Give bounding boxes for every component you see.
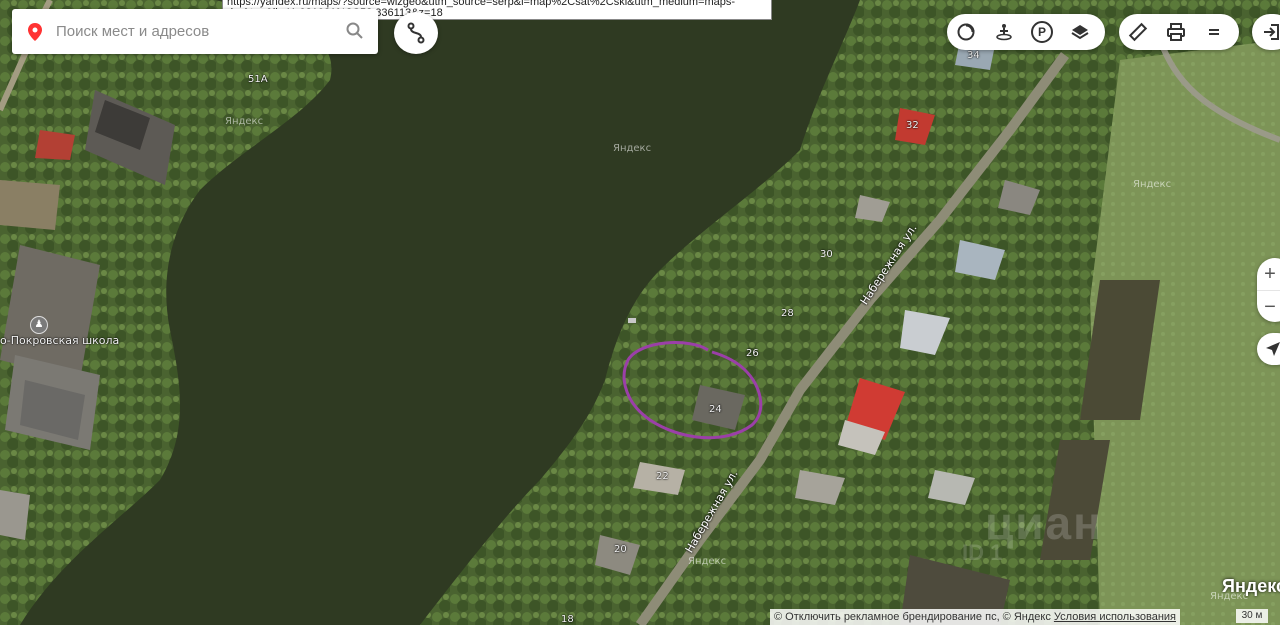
tools-toolbar [1119, 14, 1239, 50]
search-input[interactable]: Поиск мест и адресов [56, 23, 209, 40]
map-pin-icon [28, 22, 42, 41]
map-layers-toolbar: P [947, 14, 1105, 50]
yandex-watermark: Яндекс [688, 556, 727, 567]
yandex-logo: Яндекс [1222, 576, 1280, 596]
menu-button[interactable] [1195, 14, 1233, 50]
traffic-icon [957, 23, 975, 41]
copyright-text: пс, © Яндекс [985, 611, 1051, 623]
ruler-icon [1128, 22, 1148, 42]
house-number-34: 34 [967, 50, 980, 61]
yandex-watermark: Яндекс [613, 143, 652, 154]
school-label[interactable]: о-Покровская школа [0, 334, 119, 347]
route-icon [407, 22, 425, 44]
scale-bar: 30 м [1236, 609, 1268, 623]
parking-icon: P [1031, 21, 1053, 43]
disable-branding-link[interactable]: © Отключить рекламное брендирование [774, 611, 982, 623]
house-number-30: 30 [820, 249, 833, 260]
yandex-watermark: Яндекс [1133, 179, 1172, 190]
route-button[interactable] [394, 12, 438, 54]
house-number-28: 28 [781, 308, 794, 319]
print-button[interactable] [1157, 14, 1195, 50]
print-icon [1167, 23, 1185, 41]
traffic-button[interactable] [947, 14, 985, 50]
layers-icon [1071, 25, 1089, 40]
house-number-22: 22 [656, 471, 669, 482]
login-icon [1264, 24, 1279, 40]
zoom-out-button[interactable]: − [1257, 291, 1280, 323]
menu-icon [1209, 29, 1219, 35]
house-number-26: 26 [746, 348, 759, 359]
login-button[interactable] [1252, 14, 1280, 50]
house-number-24: 24 [709, 404, 722, 415]
layers-button[interactable] [1061, 14, 1099, 50]
zoom-in-button[interactable]: + [1257, 258, 1280, 291]
school-icon[interactable]: ♟ [30, 316, 48, 334]
house-number-32: 32 [906, 120, 919, 131]
panorama-button[interactable] [985, 14, 1023, 50]
ruler-button[interactable] [1119, 14, 1157, 50]
geolocation-arrow-icon [1266, 342, 1280, 356]
search-box[interactable]: Поиск мест и адресов [12, 9, 378, 54]
zoom-control: + − [1257, 258, 1280, 322]
yandex-watermark: Яндекс [225, 116, 264, 127]
search-icon[interactable] [346, 22, 364, 40]
cian-id-watermark: ID 1 [962, 540, 1003, 565]
parking-button[interactable]: P [1023, 14, 1061, 50]
house-number-51a: 51А [248, 74, 268, 85]
cian-watermark: циан [985, 497, 1103, 549]
house-number-20: 20 [614, 544, 627, 555]
house-number-18: 18 [561, 614, 574, 625]
copyright-bar: © Отключить рекламное брендирование пс, … [770, 609, 1180, 625]
terms-link[interactable]: Условия использования [1054, 611, 1176, 623]
panorama-icon [996, 24, 1012, 41]
